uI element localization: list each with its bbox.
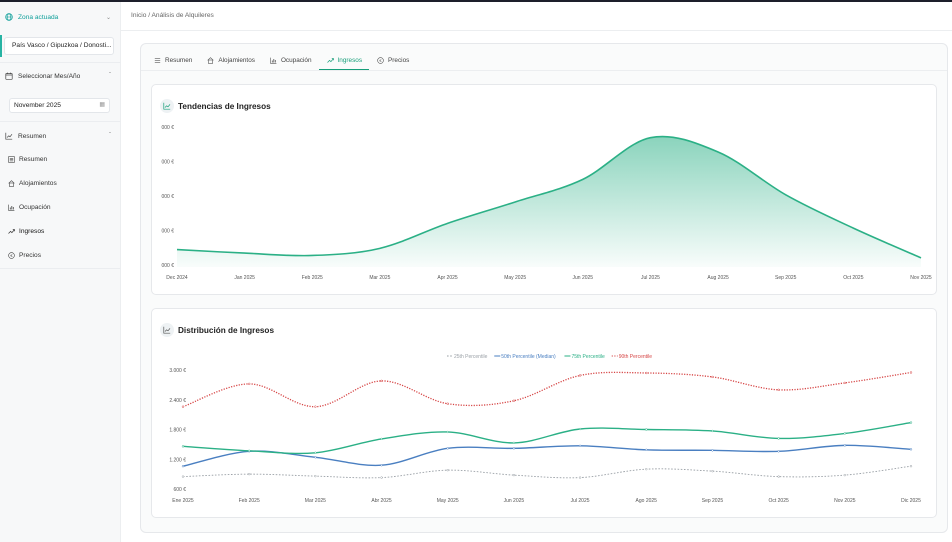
sidebar-item-label: Precios — [19, 251, 41, 259]
tab-label: Precios — [388, 56, 410, 64]
sidebar-item-ocupacion[interactable]: Ocupación — [0, 200, 121, 214]
sidebar: Zona actuada ⌄ País Vasco / Gipuzkoa / D… — [0, 2, 121, 542]
income-trends-card — [151, 84, 937, 295]
zona-title: Zona actuada — [18, 13, 59, 21]
income-trends-title: Tendencias de Ingresos — [160, 99, 271, 113]
sidebar-item-precios[interactable]: € Precios — [0, 248, 121, 262]
resumen-section-header[interactable]: Resumen ˆ — [0, 129, 121, 143]
sidebar-divider — [0, 268, 121, 269]
breadcrumb: Inicio / Análisis de Alquileres — [131, 12, 214, 19]
tab-precios[interactable]: € Precios — [369, 51, 416, 70]
trending-up-icon — [6, 226, 16, 236]
month-year-input[interactable]: November 2025 ▦ — [9, 98, 110, 113]
tab-label: Resumen — [165, 56, 193, 64]
chart-title: Distribución de Ingresos — [178, 325, 274, 335]
sidebar-item-resumen[interactable]: Resumen — [0, 152, 121, 166]
tab-bar: Resumen Alojamientos Ocupación Ingresos … — [146, 51, 416, 70]
window-top-bar — [0, 0, 952, 2]
line-chart-icon — [160, 99, 174, 113]
chevron-up-icon: ˆ — [109, 73, 111, 79]
sidebar-item-label: Ingresos — [19, 227, 45, 235]
bar-chart-icon — [269, 56, 278, 65]
income-distribution-card — [151, 308, 937, 518]
globe-icon — [4, 12, 14, 22]
sidebar-item-label: Alojamientos — [19, 179, 57, 187]
euro-circle-icon: € — [6, 250, 16, 260]
tab-resumen[interactable]: Resumen — [146, 51, 199, 70]
zona-section-header[interactable]: Zona actuada ⌄ — [0, 10, 121, 24]
home-icon — [206, 56, 215, 65]
sidebar-item-label: Resumen — [19, 155, 48, 163]
home-icon — [6, 178, 16, 188]
sidebar-item-alojamientos[interactable]: Alojamientos — [0, 176, 121, 190]
mes-section-header[interactable]: Seleccionar Mes/Año ˆ — [0, 69, 121, 83]
zona-select[interactable]: País Vasco / Gipuzkoa / Donosti... — [4, 37, 114, 55]
chart-title: Tendencias de Ingresos — [178, 101, 271, 111]
trending-up-icon — [326, 56, 335, 65]
chart-icon — [4, 131, 14, 141]
svg-text:€: € — [10, 253, 13, 258]
line-chart-icon — [160, 323, 174, 337]
sidebar-item-label: Ocupación — [19, 203, 51, 211]
header-divider — [121, 30, 952, 31]
tab-label: Alojamientos — [218, 56, 255, 64]
sidebar-divider — [0, 62, 121, 63]
income-distribution-title: Distribución de Ingresos — [160, 323, 274, 337]
tab-ocupacion[interactable]: Ocupación — [262, 51, 319, 70]
tab-label: Ingresos — [337, 56, 363, 64]
resumen-title: Resumen — [18, 132, 47, 140]
sidebar-divider — [0, 121, 121, 122]
list-icon — [6, 154, 16, 164]
tab-label: Ocupación — [280, 56, 312, 64]
sidebar-item-ingresos[interactable]: Ingresos — [0, 224, 121, 238]
euro-circle-icon: € — [376, 56, 385, 65]
chevron-down-icon: ⌄ — [105, 14, 111, 21]
list-icon — [153, 56, 162, 65]
month-year-value: November 2025 — [14, 102, 61, 109]
zona-accent-bar — [0, 35, 2, 57]
bar-chart-icon — [6, 202, 16, 212]
chevron-up-icon: ˆ — [109, 133, 111, 139]
tabs-divider — [141, 70, 947, 71]
mes-title: Seleccionar Mes/Año — [18, 72, 81, 80]
tab-alojamientos[interactable]: Alojamientos — [199, 51, 262, 70]
calendar-icon — [4, 71, 14, 81]
calendar-picker-icon[interactable]: ▦ — [99, 99, 105, 112]
svg-text:€: € — [379, 58, 382, 63]
tab-ingresos[interactable]: Ingresos — [318, 51, 370, 70]
